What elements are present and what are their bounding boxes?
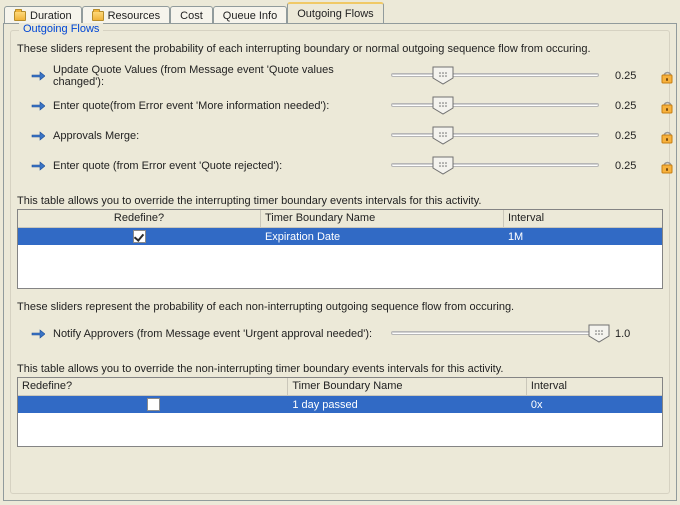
- outgoing-flows-group: Outgoing Flows These sliders represent t…: [10, 30, 670, 494]
- th-name[interactable]: Timer Boundary Name: [261, 210, 504, 227]
- slider-track: [391, 103, 599, 107]
- table-row[interactable]: 1 day passed0x: [18, 396, 662, 413]
- tab-label: Resources: [108, 10, 161, 22]
- cell-name: 1 day passed: [288, 398, 527, 412]
- slider-thumb[interactable]: [432, 156, 454, 174]
- slider[interactable]: [391, 153, 599, 179]
- slider-track: [391, 133, 599, 137]
- cell-interval: 1M: [504, 230, 662, 244]
- th-name[interactable]: Timer Boundary Name: [288, 378, 527, 395]
- tab-strip: Duration Resources Cost Queue Info Outgo…: [0, 2, 680, 23]
- slider[interactable]: [391, 123, 599, 149]
- interrupting-sliders-desc: These sliders represent the probability …: [17, 43, 663, 55]
- tab-cost[interactable]: Cost: [170, 6, 213, 24]
- slider-value: 0.25: [615, 130, 649, 142]
- slider-thumb[interactable]: [588, 324, 610, 342]
- slider[interactable]: [391, 93, 599, 119]
- th-redefine[interactable]: Redefine?: [18, 210, 261, 227]
- noninterrupting-section: These sliders represent the probability …: [17, 301, 663, 447]
- tab-label: Outgoing Flows: [297, 8, 373, 20]
- slider-value: 0.25: [615, 100, 649, 112]
- lock-icon[interactable]: [659, 98, 675, 114]
- arrow-right-icon: [31, 70, 45, 82]
- slider-label: Update Quote Values (from Message event …: [53, 64, 383, 88]
- tab-outgoing-flows[interactable]: Outgoing Flows: [287, 2, 383, 23]
- th-interval[interactable]: Interval: [527, 378, 662, 395]
- slider-value: 0.25: [615, 70, 649, 82]
- slider-label: Enter quote(from Error event 'More infor…: [53, 100, 383, 112]
- interrupting-table: Redefine? Timer Boundary Name Interval E…: [17, 209, 663, 289]
- cell-redefine: [18, 397, 288, 412]
- slider-value: 0.25: [615, 160, 649, 172]
- tab-duration[interactable]: Duration: [4, 6, 82, 24]
- noninterrupting-sliders-desc: These sliders represent the probability …: [17, 301, 663, 313]
- slider-thumb[interactable]: [432, 126, 454, 144]
- noninterrupting-table: Redefine? Timer Boundary Name Interval 1…: [17, 377, 663, 447]
- arrow-right-icon: [31, 328, 45, 340]
- th-redefine[interactable]: Redefine?: [18, 378, 288, 395]
- tab-label: Duration: [30, 10, 72, 22]
- slider-row: Enter quote (from Error event 'Quote rej…: [17, 151, 663, 181]
- lock-icon[interactable]: [659, 128, 675, 144]
- slider-row: Approvals Merge: 0.25: [17, 121, 663, 151]
- slider-thumb[interactable]: [432, 96, 454, 114]
- tab-label: Cost: [180, 10, 203, 22]
- lock-icon[interactable]: [659, 158, 675, 174]
- table-header: Redefine? Timer Boundary Name Interval: [18, 210, 662, 228]
- noninterrupting-table-desc: This table allows you to override the no…: [17, 363, 663, 375]
- slider-track: [391, 331, 599, 335]
- slider-row: Update Quote Values (from Message event …: [17, 61, 663, 91]
- cell-name: Expiration Date: [261, 230, 504, 244]
- arrow-right-icon: [31, 100, 45, 112]
- window: Duration Resources Cost Queue Info Outgo…: [0, 0, 680, 505]
- table-body: Expiration Date1M: [18, 228, 662, 288]
- table-row[interactable]: Expiration Date1M: [18, 228, 662, 245]
- cell-interval: 0x: [527, 398, 662, 412]
- tab-panel: Outgoing Flows These sliders represent t…: [3, 23, 677, 501]
- arrow-right-icon: [31, 160, 45, 172]
- folder-icon: [92, 11, 104, 21]
- slider-row: Notify Approvers (from Message event 'Ur…: [17, 319, 663, 349]
- arrow-right-icon: [31, 130, 45, 142]
- folder-icon: [14, 11, 26, 21]
- noninterrupting-sliders-list: Notify Approvers (from Message event 'Ur…: [17, 319, 663, 349]
- slider-track: [391, 163, 599, 167]
- slider[interactable]: [391, 321, 599, 347]
- redefine-checkbox[interactable]: [147, 398, 160, 411]
- group-title: Outgoing Flows: [19, 23, 103, 35]
- th-interval[interactable]: Interval: [504, 210, 662, 227]
- slider-label: Approvals Merge:: [53, 130, 383, 142]
- slider-track: [391, 73, 599, 77]
- slider[interactable]: [391, 63, 599, 89]
- tab-resources[interactable]: Resources: [82, 6, 171, 24]
- lock-icon[interactable]: [659, 68, 675, 84]
- tab-queue-info[interactable]: Queue Info: [213, 6, 287, 24]
- table-body: 1 day passed0x: [18, 396, 662, 446]
- tab-label: Queue Info: [223, 10, 277, 22]
- interrupting-sliders-list: Update Quote Values (from Message event …: [17, 61, 663, 181]
- slider-label: Enter quote (from Error event 'Quote rej…: [53, 160, 383, 172]
- table-header: Redefine? Timer Boundary Name Interval: [18, 378, 662, 396]
- interrupting-table-desc: This table allows you to override the in…: [17, 195, 663, 207]
- slider-label: Notify Approvers (from Message event 'Ur…: [53, 328, 383, 340]
- slider-row: Enter quote(from Error event 'More infor…: [17, 91, 663, 121]
- slider-thumb[interactable]: [432, 66, 454, 84]
- cell-redefine: [18, 229, 261, 244]
- redefine-checkbox[interactable]: [133, 230, 146, 243]
- slider-value: 1.0: [615, 328, 649, 340]
